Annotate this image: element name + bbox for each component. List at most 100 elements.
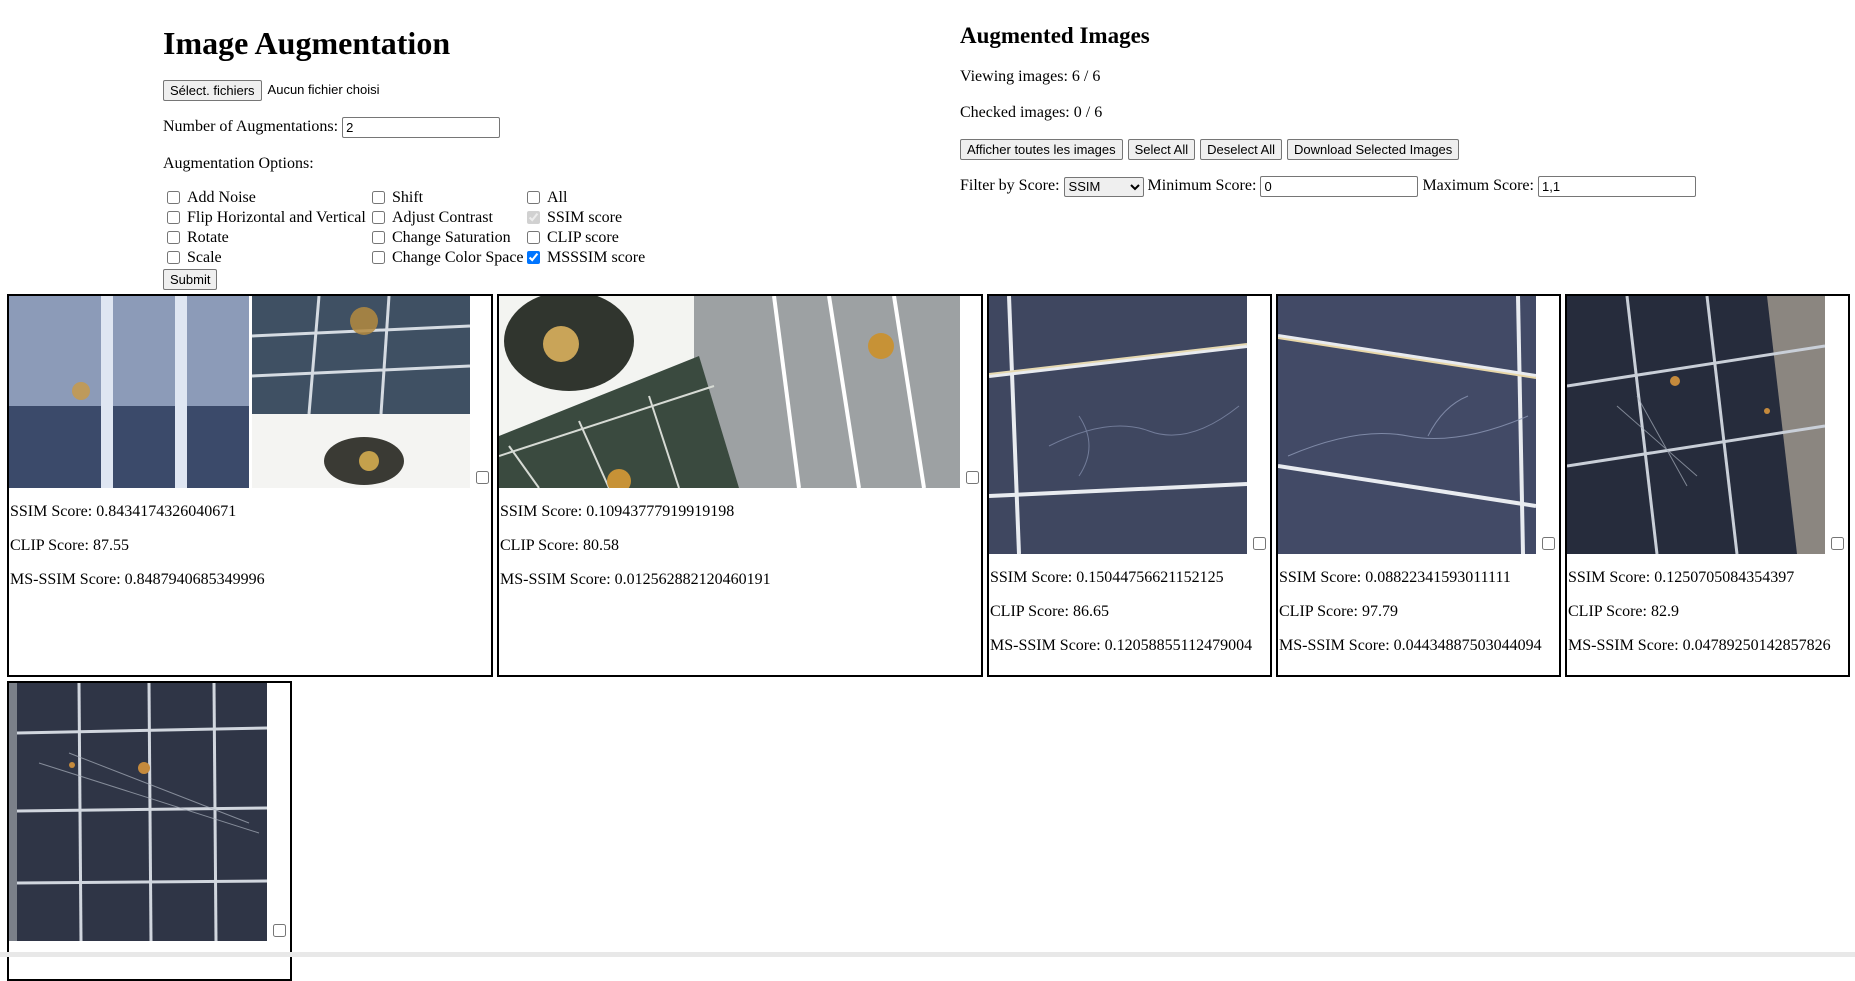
image-card xyxy=(7,681,292,981)
options-label: Augmentation Options: xyxy=(163,154,314,172)
show-all-images-button[interactable]: Afficher toutes les images xyxy=(960,139,1123,161)
option-flip[interactable]: Flip Horizontal and Vertical xyxy=(163,208,368,228)
minimum-score-input[interactable] xyxy=(1260,176,1419,198)
options-column-1: Add Noise Flip Horizontal and Vertical R… xyxy=(163,188,368,268)
clip-score-text: CLIP Score: 80.58 xyxy=(500,537,619,554)
score-list: SSIM Score: 0.08822341593011111 CLIP Sco… xyxy=(1278,554,1559,656)
add-noise-checkbox[interactable] xyxy=(167,191,180,205)
augmented-image[interactable] xyxy=(9,683,267,941)
ssim-score-checkbox xyxy=(527,211,540,225)
options-column-3: All SSIM score CLIP score MSSSIM score xyxy=(523,188,653,268)
minimum-score-label: Minimum Score: xyxy=(1147,177,1257,195)
option-add-noise[interactable]: Add Noise xyxy=(163,188,368,208)
image-select-checkbox[interactable] xyxy=(1831,537,1844,550)
image-select-checkbox[interactable] xyxy=(1253,537,1266,550)
augmentation-form-panel: Image Augmentation Sélect. fichiers Aucu… xyxy=(163,20,823,290)
msssim-score-checkbox[interactable] xyxy=(527,251,540,265)
option-change-color-space[interactable]: Change Color Space xyxy=(368,248,524,268)
image-select-checkbox[interactable] xyxy=(476,471,489,484)
image-select-checkbox[interactable] xyxy=(1542,537,1555,550)
option-scale[interactable]: Scale xyxy=(163,248,368,268)
score-filter-row: Filter by Score: SSIM Minimum Score: Max… xyxy=(960,176,1840,198)
option-label: Scale xyxy=(187,248,222,266)
options-column-2: Shift Adjust Contrast Change Saturation … xyxy=(368,188,524,268)
augmented-image[interactable] xyxy=(1278,296,1536,554)
image-select-checkbox[interactable] xyxy=(966,471,979,484)
adjust-contrast-checkbox[interactable] xyxy=(372,211,385,225)
option-shift[interactable]: Shift xyxy=(368,188,523,208)
augmented-image[interactable] xyxy=(499,296,960,488)
flip-checkbox[interactable] xyxy=(167,211,180,225)
select-files-button[interactable]: Sélect. fichiers xyxy=(163,79,262,101)
score-list: SSIM Score: 0.10943777919919198 CLIP Sco… xyxy=(499,488,981,590)
checked-count: Checked images: 0 / 6 xyxy=(960,104,1103,122)
select-all-button[interactable]: Select All xyxy=(1127,139,1196,161)
maximum-score-label: Maximum Score: xyxy=(1422,177,1534,195)
num-augmentations-label: Number of Augmentations: xyxy=(163,117,339,135)
augmented-images-panel: Augmented Images Viewing images: 6 / 6 C… xyxy=(960,20,1840,213)
option-label: Flip Horizontal and Vertical xyxy=(187,208,366,226)
clip-score-text: CLIP Score: 87.55 xyxy=(10,537,129,554)
score-type-select[interactable]: SSIM xyxy=(1063,176,1144,197)
deselect-all-button[interactable]: Deselect All xyxy=(1200,139,1283,161)
option-label: CLIP score xyxy=(547,228,619,246)
option-label: Change Color Space xyxy=(392,248,524,266)
option-label: MSSSIM score xyxy=(547,248,646,266)
maximum-score-input[interactable] xyxy=(1537,176,1696,198)
image-row xyxy=(9,683,290,941)
clip-score-text: CLIP Score: 86.65 xyxy=(990,603,1109,620)
option-label: Adjust Contrast xyxy=(392,208,493,226)
num-augmentations-input[interactable] xyxy=(342,116,501,138)
option-label: Change Saturation xyxy=(392,228,511,246)
augmented-images-title: Augmented Images xyxy=(960,23,1150,48)
option-rotate[interactable]: Rotate xyxy=(163,228,368,248)
submit-button[interactable]: Submit xyxy=(163,268,218,290)
num-augmentations-row: Number of Augmentations: xyxy=(163,116,823,138)
all-checkbox[interactable] xyxy=(527,191,540,205)
change-color-space-checkbox[interactable] xyxy=(372,251,385,265)
option-change-saturation[interactable]: Change Saturation xyxy=(368,228,523,248)
image-row xyxy=(499,296,981,488)
download-selected-button[interactable]: Download Selected Images xyxy=(1287,139,1460,161)
msssim-score-text: MS-SSIM Score: 0.012562882120460191 xyxy=(500,571,771,588)
score-list: SSIM Score: 0.8434174326040671 CLIP Scor… xyxy=(9,488,491,590)
option-all[interactable]: All xyxy=(523,188,653,208)
viewing-count: Viewing images: 6 / 6 xyxy=(960,68,1101,86)
score-list: SSIM Score: 0.15044756621152125 CLIP Sco… xyxy=(989,554,1270,656)
ssim-score-text: SSIM Score: 0.08822341593011111 xyxy=(1279,569,1511,586)
image-card: SSIM Score: 0.1250705084354397 CLIP Scor… xyxy=(1565,294,1850,677)
shift-checkbox[interactable] xyxy=(372,191,385,205)
option-label: All xyxy=(547,188,568,206)
option-label: Shift xyxy=(392,188,424,206)
msssim-score-text: MS-SSIM Score: 0.04789250142857826 xyxy=(1568,637,1831,654)
augmented-image[interactable] xyxy=(9,296,470,488)
rotate-checkbox[interactable] xyxy=(167,231,180,245)
option-label: Add Noise xyxy=(187,188,256,206)
option-label: Rotate xyxy=(187,228,229,246)
option-msssim-score[interactable]: MSSSIM score xyxy=(523,248,653,268)
msssim-score-text: MS-SSIM Score: 0.8487940685349996 xyxy=(10,571,265,588)
clip-score-text: CLIP Score: 82.9 xyxy=(1568,603,1679,620)
image-row xyxy=(9,296,491,488)
image-card: SSIM Score: 0.8434174326040671 CLIP Scor… xyxy=(7,294,493,677)
augmentation-options: Add Noise Flip Horizontal and Vertical R… xyxy=(163,188,823,268)
image-row xyxy=(1278,296,1559,554)
image-actions-toolbar: Afficher toutes les images Select All De… xyxy=(960,139,1840,161)
option-label: SSIM score xyxy=(547,208,623,226)
change-saturation-checkbox[interactable] xyxy=(372,231,385,245)
augmented-image[interactable] xyxy=(989,296,1247,554)
image-card: SSIM Score: 0.10943777919919198 CLIP Sco… xyxy=(497,294,983,677)
augmented-image[interactable] xyxy=(1567,296,1825,554)
msssim-score-text: MS-SSIM Score: 0.04434887503044094 xyxy=(1279,637,1542,654)
image-select-checkbox[interactable] xyxy=(273,924,286,937)
image-card: SSIM Score: 0.15044756621152125 CLIP Sco… xyxy=(987,294,1272,677)
msssim-score-text: MS-SSIM Score: 0.12058855112479004 xyxy=(990,637,1253,654)
ssim-score-text: SSIM Score: 0.10943777919919198 xyxy=(500,503,735,520)
option-adjust-contrast[interactable]: Adjust Contrast xyxy=(368,208,523,228)
image-row xyxy=(1567,296,1848,554)
scale-checkbox[interactable] xyxy=(167,251,180,265)
clip-score-checkbox[interactable] xyxy=(527,231,540,245)
file-picker-row: Sélect. fichiers Aucun fichier choisi xyxy=(163,79,823,101)
option-clip-score[interactable]: CLIP score xyxy=(523,228,653,248)
file-status-text: Aucun fichier choisi xyxy=(267,82,380,98)
